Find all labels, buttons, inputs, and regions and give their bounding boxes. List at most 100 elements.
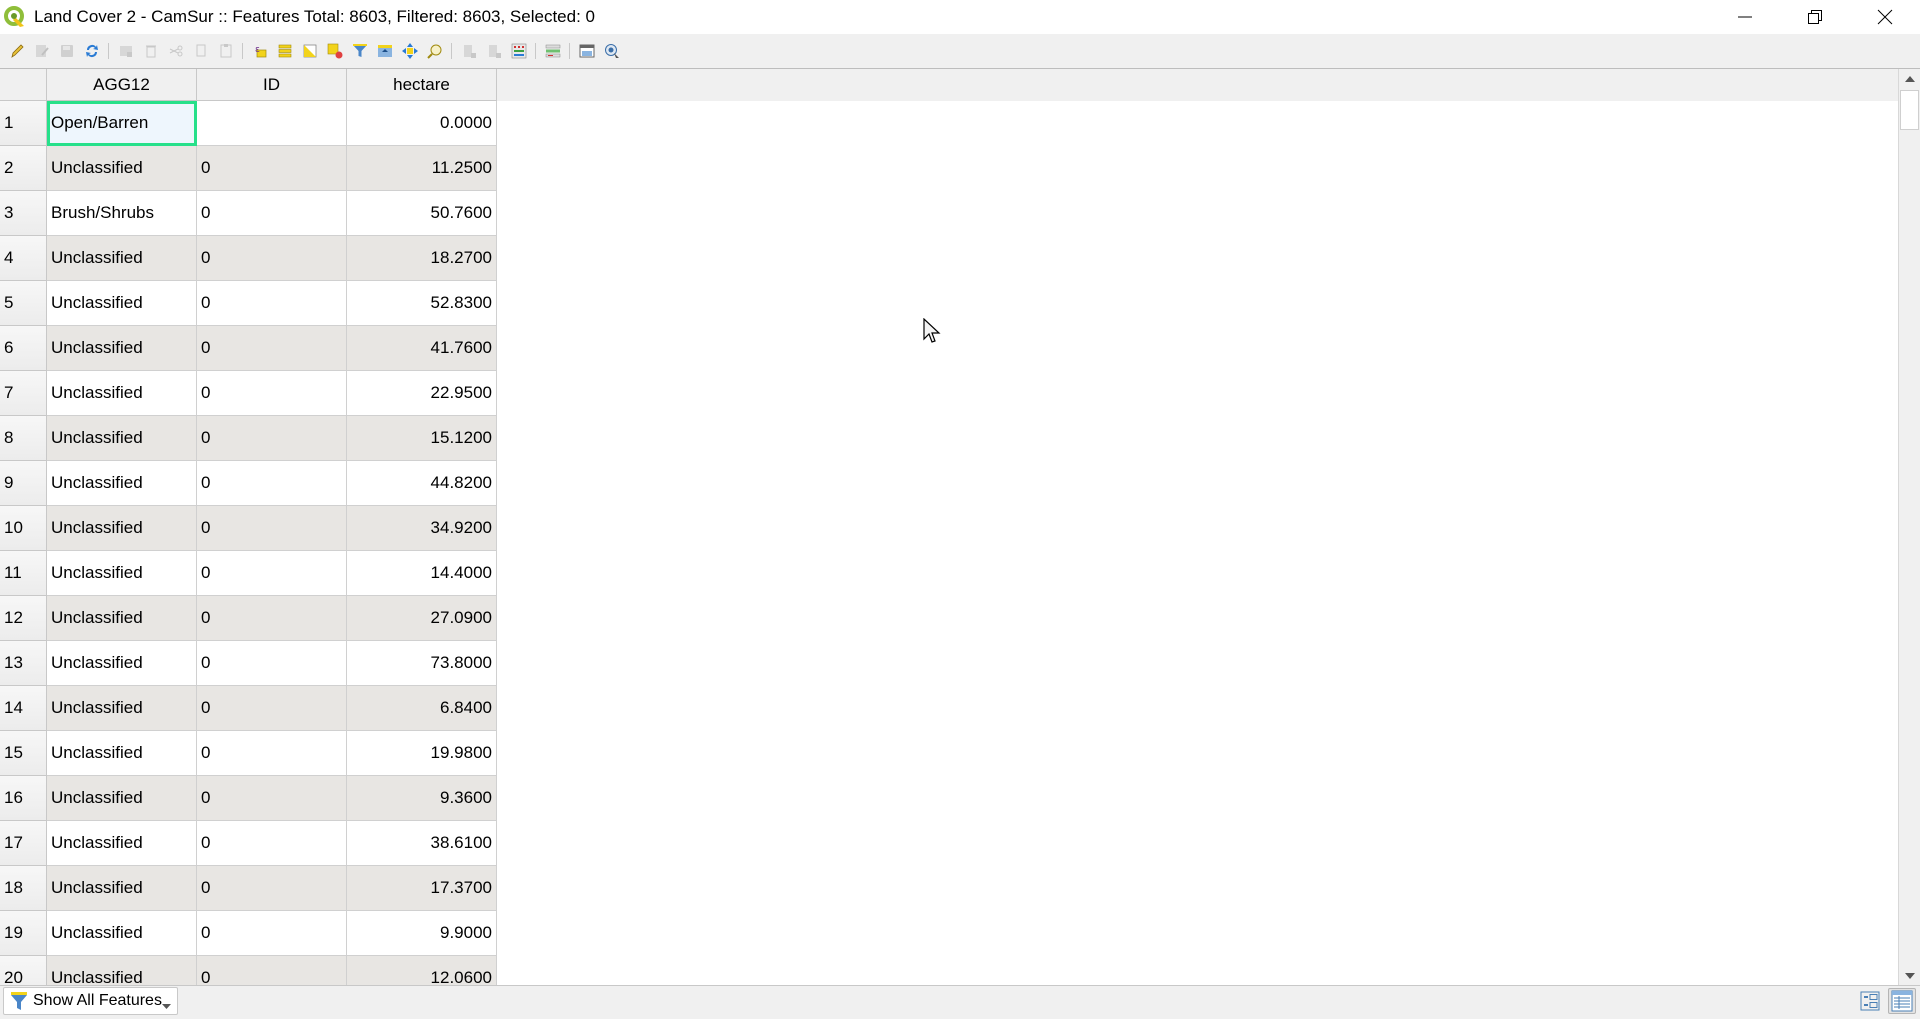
cell-id[interactable]: 0 (197, 866, 347, 911)
table-row[interactable]: 7 Unclassified 0 22.9500 (0, 371, 497, 416)
deselect-all-button[interactable] (324, 39, 345, 63)
row-number-header[interactable]: 4 (0, 236, 47, 281)
cell-hectare[interactable]: 18.2700 (347, 236, 497, 281)
cell-id[interactable]: 0 (197, 146, 347, 191)
invert-selection-button[interactable] (299, 39, 320, 63)
table-row[interactable]: 18 Unclassified 0 17.3700 (0, 866, 497, 911)
cell-id[interactable]: 0 (197, 416, 347, 461)
row-number-header[interactable]: 20 (0, 956, 47, 985)
cell-agg12[interactable]: Unclassified (47, 686, 197, 731)
row-number-header[interactable]: 11 (0, 551, 47, 596)
cell-agg12[interactable]: Unclassified (47, 506, 197, 551)
table-row[interactable]: 13 Unclassified 0 73.8000 (0, 641, 497, 686)
delete-field-button[interactable] (483, 39, 504, 63)
cell-id[interactable] (197, 101, 347, 146)
cell-id[interactable]: 0 (197, 596, 347, 641)
actions-button[interactable] (601, 39, 622, 63)
scrollbar-thumb[interactable] (1900, 90, 1919, 130)
reload-button[interactable] (81, 39, 102, 63)
cell-hectare[interactable]: 9.9000 (347, 911, 497, 956)
row-number-header[interactable]: 10 (0, 506, 47, 551)
cell-hectare[interactable]: 38.6100 (347, 821, 497, 866)
vertical-scrollbar[interactable] (1898, 69, 1920, 985)
table-row[interactable]: 11 Unclassified 0 14.4000 (0, 551, 497, 596)
row-number-header[interactable]: 3 (0, 191, 47, 236)
cell-agg12[interactable]: Unclassified (47, 596, 197, 641)
column-header-agg12[interactable]: AGG12 (47, 69, 197, 101)
row-number-header[interactable]: 6 (0, 326, 47, 371)
cell-hectare[interactable]: 6.8400 (347, 686, 497, 731)
cell-agg12[interactable]: Brush/Shrubs (47, 191, 197, 236)
cell-hectare[interactable]: 34.9200 (347, 506, 497, 551)
field-calculator-button[interactable] (508, 39, 529, 63)
row-number-header[interactable]: 2 (0, 146, 47, 191)
cell-agg12[interactable]: Unclassified (47, 416, 197, 461)
cell-id[interactable]: 0 (197, 551, 347, 596)
zoom-to-selected-button[interactable] (424, 39, 445, 63)
paste-button[interactable] (215, 39, 236, 63)
row-number-header[interactable]: 1 (0, 101, 47, 146)
row-number-header[interactable]: 18 (0, 866, 47, 911)
cell-hectare[interactable]: 9.3600 (347, 776, 497, 821)
table-row[interactable]: 19 Unclassified 0 9.9000 (0, 911, 497, 956)
new-field-button[interactable] (458, 39, 479, 63)
cell-id[interactable]: 0 (197, 191, 347, 236)
cell-agg12[interactable]: Open/Barren (47, 101, 197, 146)
copy-button[interactable] (190, 39, 211, 63)
row-number-header[interactable]: 14 (0, 686, 47, 731)
table-row[interactable]: 3 Brush/Shrubs 0 50.7600 (0, 191, 497, 236)
table-row[interactable]: 2 Unclassified 0 11.2500 (0, 146, 497, 191)
select-by-expression-button[interactable]: ε (249, 39, 270, 63)
multi-edit-button[interactable] (31, 39, 52, 63)
close-button[interactable] (1850, 0, 1920, 34)
cell-hectare[interactable]: 41.7600 (347, 326, 497, 371)
cell-agg12[interactable]: Unclassified (47, 776, 197, 821)
show-all-features-button[interactable]: Show All Features (3, 987, 178, 1015)
scroll-up-button[interactable] (1899, 69, 1920, 89)
cell-id[interactable]: 0 (197, 641, 347, 686)
row-number-header[interactable]: 17 (0, 821, 47, 866)
table-row[interactable]: 17 Unclassified 0 38.6100 (0, 821, 497, 866)
cell-id[interactable]: 0 (197, 911, 347, 956)
row-number-header[interactable]: 8 (0, 416, 47, 461)
scroll-down-button[interactable] (1899, 966, 1920, 985)
conditional-formatting-button[interactable] (542, 39, 563, 63)
cell-hectare[interactable]: 44.8200 (347, 461, 497, 506)
cell-hectare[interactable]: 12.0600 (347, 956, 497, 985)
cell-agg12[interactable]: Unclassified (47, 551, 197, 596)
table-row[interactable]: 4 Unclassified 0 18.2700 (0, 236, 497, 281)
delete-selected-button[interactable] (140, 39, 161, 63)
row-number-header[interactable]: 15 (0, 731, 47, 776)
cell-agg12[interactable]: Unclassified (47, 461, 197, 506)
cell-id[interactable]: 0 (197, 236, 347, 281)
table-row[interactable]: 15 Unclassified 0 19.9800 (0, 731, 497, 776)
cell-agg12[interactable]: Unclassified (47, 146, 197, 191)
cell-agg12[interactable]: Unclassified (47, 326, 197, 371)
form-view-button[interactable] (1856, 988, 1884, 1014)
cell-id[interactable]: 0 (197, 326, 347, 371)
filter-button[interactable] (349, 39, 370, 63)
row-number-header[interactable]: 7 (0, 371, 47, 416)
dock-table-button[interactable] (576, 39, 597, 63)
save-edits-button[interactable] (56, 39, 77, 63)
column-header-hectare[interactable]: hectare (347, 69, 497, 101)
table-view-button[interactable] (1888, 988, 1916, 1014)
row-number-header[interactable]: 16 (0, 776, 47, 821)
table-row[interactable]: 10 Unclassified 0 34.9200 (0, 506, 497, 551)
row-number-header[interactable]: 9 (0, 461, 47, 506)
cell-hectare[interactable]: 73.8000 (347, 641, 497, 686)
cell-id[interactable]: 0 (197, 731, 347, 776)
table-row[interactable]: 8 Unclassified 0 15.1200 (0, 416, 497, 461)
move-selection-to-top-button[interactable] (374, 39, 395, 63)
cell-agg12[interactable]: Unclassified (47, 731, 197, 776)
cell-agg12[interactable]: Unclassified (47, 866, 197, 911)
table-row[interactable]: 1 Open/Barren 0.0000 (0, 101, 497, 146)
cell-agg12[interactable]: Unclassified (47, 821, 197, 866)
table-row[interactable]: 20 Unclassified 0 12.0600 (0, 956, 497, 985)
table-row[interactable]: 16 Unclassified 0 9.3600 (0, 776, 497, 821)
cell-hectare[interactable]: 17.3700 (347, 866, 497, 911)
cell-hectare[interactable]: 22.9500 (347, 371, 497, 416)
cell-id[interactable]: 0 (197, 686, 347, 731)
cell-hectare[interactable]: 27.0900 (347, 596, 497, 641)
cell-id[interactable]: 0 (197, 821, 347, 866)
